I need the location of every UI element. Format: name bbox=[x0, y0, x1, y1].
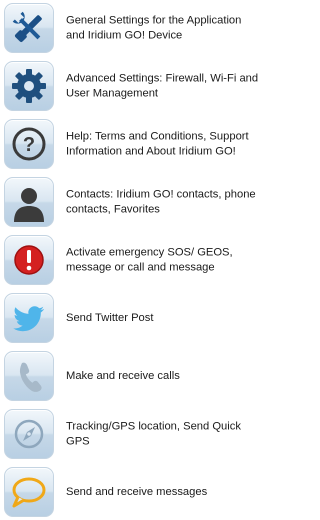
contact-person-icon bbox=[4, 177, 54, 227]
list-item-label: Make and receive calls bbox=[66, 369, 180, 382]
list-item-label: Contacts: Iridium GO! contacts, phone co… bbox=[66, 188, 256, 216]
list-item-twitter[interactable]: Send Twitter Post bbox=[0, 290, 263, 346]
list-item-contacts[interactable]: Contacts: Iridium GO! contacts, phone co… bbox=[0, 174, 263, 230]
svg-text:?: ? bbox=[23, 134, 35, 156]
list-item-general-settings[interactable]: General Settings for the Application and… bbox=[0, 0, 263, 56]
list-item-tracking[interactable]: Tracking/GPS location, Send Quick GPS bbox=[0, 406, 263, 462]
settings-wrench-screwdriver-icon bbox=[4, 3, 54, 53]
list-item-advanced-settings[interactable]: Advanced Settings: Firewall, Wi-Fi and U… bbox=[0, 58, 263, 114]
list-item-emergency[interactable]: Activate emergency SOS/ GEOS, message or… bbox=[0, 232, 263, 288]
list-item-label: Activate emergency SOS/ GEOS, message or… bbox=[66, 246, 233, 274]
chat-bubble-icon bbox=[4, 467, 54, 517]
gear-icon bbox=[4, 61, 54, 111]
emergency-alert-icon bbox=[4, 235, 54, 285]
twitter-bird-icon bbox=[4, 293, 54, 343]
feature-list: General Settings for the Application and… bbox=[0, 0, 263, 517]
list-item-help[interactable]: ? Help: Terms and Conditions, Support In… bbox=[0, 116, 263, 172]
list-item-label: Send Twitter Post bbox=[66, 311, 154, 324]
help-question-icon: ? bbox=[4, 119, 54, 169]
list-item-label: Tracking/GPS location, Send Quick GPS bbox=[66, 420, 241, 448]
list-item-label: Advanced Settings: Firewall, Wi-Fi and U… bbox=[66, 72, 259, 100]
compass-icon bbox=[4, 409, 54, 459]
list-item-label: General Settings for the Application and… bbox=[66, 14, 242, 42]
list-item-calls[interactable]: Make and receive calls bbox=[0, 348, 263, 404]
list-item-label: Help: Terms and Conditions, Support Info… bbox=[66, 130, 249, 158]
phone-handset-icon bbox=[4, 351, 54, 401]
list-item-label: Send and receive messages bbox=[66, 485, 208, 498]
